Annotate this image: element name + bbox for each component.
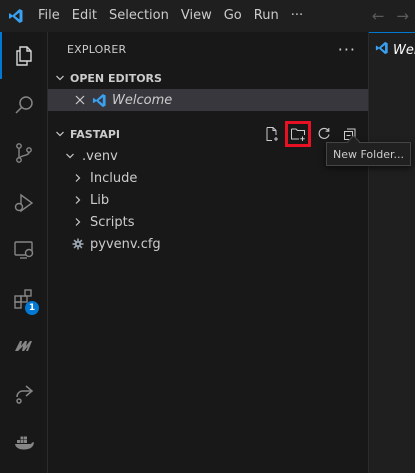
menu-view[interactable]: View [175,0,218,32]
docker-icon[interactable] [0,418,47,465]
vscode-file-icon [375,41,389,59]
menu-selection[interactable]: Selection [103,0,175,32]
explorer-header: EXPLORER ··· [48,32,368,67]
menu-go[interactable]: Go [218,0,248,32]
menu-bar: File Edit Selection View Go Run ··· [32,0,309,32]
open-editors-section[interactable]: OPEN EDITORS [48,67,368,89]
extensions-icon[interactable]: 1 [0,275,47,322]
explorer-more-actions-button[interactable]: ··· [338,40,356,59]
tree-item-venv[interactable]: .venv [48,145,368,167]
folder-title: FASTAPI [70,127,121,141]
chevron-right-icon [70,217,86,227]
editor-area: Welcome [368,32,415,473]
tree-item-label: Include [90,170,138,186]
new-folder-button[interactable] [285,121,311,147]
tree-item-label: Lib [90,192,110,208]
tree-item-include[interactable]: Include [48,167,368,189]
tab-label: Welcome [393,42,415,58]
chevron-right-icon [70,195,86,205]
back-arrow-icon[interactable]: ← [372,7,385,25]
folder-section[interactable]: FASTAPI [48,121,368,147]
run-debug-icon[interactable] [0,179,47,226]
forward-arrow-icon[interactable]: → [396,7,409,25]
tree-item-lib[interactable]: Lib [48,189,368,211]
source-control-icon[interactable] [0,129,47,176]
menu-run[interactable]: Run [248,0,285,32]
menu-more[interactable]: ··· [285,0,309,32]
tree-item-label: Scripts [90,214,135,230]
files-icon[interactable] [0,32,47,79]
tree-item-label: pyvenv.cfg [90,236,161,252]
refresh-icon[interactable] [314,124,334,144]
chevron-right-icon [70,173,86,183]
vscode-logo-icon [0,0,32,32]
tab-welcome[interactable]: Welcome [369,32,415,67]
vscode-file-icon [90,93,108,108]
tree-item-pyvenv-cfg[interactable]: pyvenv.cfg [48,233,368,255]
close-icon[interactable] [72,95,88,105]
mm-extension-icon[interactable] [0,322,47,369]
title-bar: File Edit Selection View Go Run ··· ← → [0,0,415,32]
chevron-down-icon [52,129,68,139]
search-icon[interactable] [0,82,47,129]
menu-edit[interactable]: Edit [66,0,103,32]
open-editor-item[interactable]: Welcome [48,89,368,111]
activity-bar: 1 [0,32,48,473]
menu-file[interactable]: File [32,0,66,32]
tree-item-scripts[interactable]: Scripts [48,211,368,233]
new-folder-tooltip: New Folder... [326,142,411,166]
chevron-down-icon [62,151,78,161]
open-editors-title: OPEN EDITORS [70,71,162,85]
live-share-icon[interactable] [0,370,47,417]
open-editor-label: Welcome [112,92,173,108]
explorer-title: EXPLORER [67,43,127,56]
remote-explorer-icon[interactable] [0,226,47,273]
tree-item-label: .venv [82,148,118,164]
new-file-button[interactable] [262,124,282,144]
gear-icon [70,238,86,250]
extensions-badge: 1 [25,301,39,315]
explorer-sidebar: EXPLORER ··· OPEN EDITORS Welcome FASTAP… [48,32,368,473]
navigation-arrows: ← → [372,0,409,32]
editor-body [369,67,415,473]
chevron-down-icon [52,73,68,83]
